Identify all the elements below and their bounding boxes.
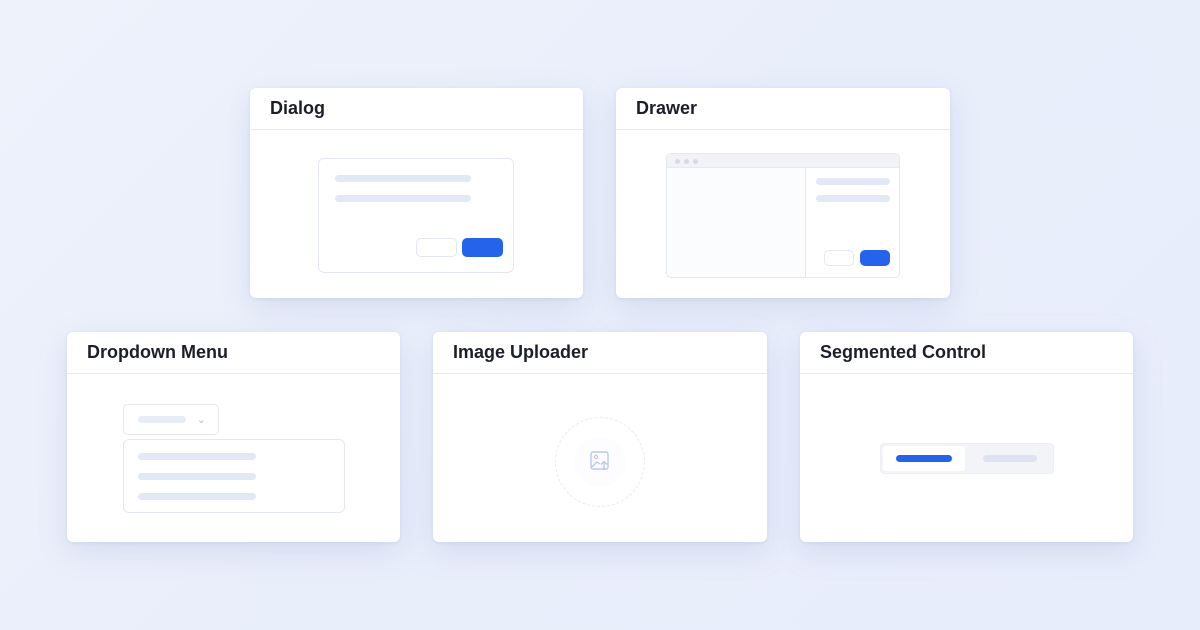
- drawer-card[interactable]: Drawer: [616, 88, 950, 298]
- dropdown-preview: ⌄: [67, 375, 400, 542]
- dropdown-menu-card[interactable]: Dropdown Menu ⌄: [67, 332, 400, 542]
- segmented-control-card[interactable]: Segmented Control: [800, 332, 1133, 542]
- cancel-button-illustration: [824, 250, 854, 266]
- chevron-down-icon: ⌄: [196, 413, 206, 426]
- window-dot-icon: [675, 159, 680, 164]
- image-upload-icon: [590, 451, 609, 470]
- window-dot-icon: [693, 159, 698, 164]
- segmented-preview: [800, 375, 1133, 542]
- segmented-control-illustration: [880, 443, 1054, 474]
- dialog-card[interactable]: Dialog: [250, 88, 583, 298]
- dropdown-trigger-illustration: ⌄: [123, 404, 219, 435]
- uploader-preview: [433, 375, 767, 542]
- text-placeholder-line: [335, 175, 471, 182]
- window-dot-icon: [684, 159, 689, 164]
- inactive-segment-label-placeholder: [983, 455, 1037, 462]
- confirm-button-illustration: [462, 238, 503, 257]
- dropdown-menu-illustration: [123, 439, 345, 513]
- card-title: Segmented Control: [800, 332, 1133, 374]
- drawer-preview: [616, 131, 950, 298]
- text-placeholder-line: [335, 195, 471, 202]
- text-placeholder-line: [138, 416, 186, 423]
- dialog-preview: [250, 131, 583, 298]
- menu-item-placeholder: [138, 473, 256, 480]
- browser-title-bar: [667, 154, 899, 168]
- card-title: Drawer: [616, 88, 950, 130]
- menu-item-placeholder: [138, 493, 256, 500]
- image-uploader-card[interactable]: Image Uploader: [433, 332, 767, 542]
- drawer-panel-illustration: [805, 168, 899, 277]
- confirm-button-illustration: [860, 250, 890, 266]
- dialog-box-illustration: [318, 158, 514, 273]
- text-placeholder-line: [816, 195, 890, 202]
- text-placeholder-line: [816, 178, 890, 185]
- active-segment-label-placeholder: [896, 455, 952, 462]
- menu-item-placeholder: [138, 453, 256, 460]
- cancel-button-illustration: [416, 238, 457, 257]
- card-title: Dropdown Menu: [67, 332, 400, 374]
- active-segment: [883, 446, 965, 471]
- card-title: Image Uploader: [433, 332, 767, 374]
- browser-window-illustration: [666, 153, 900, 278]
- card-title: Dialog: [250, 88, 583, 130]
